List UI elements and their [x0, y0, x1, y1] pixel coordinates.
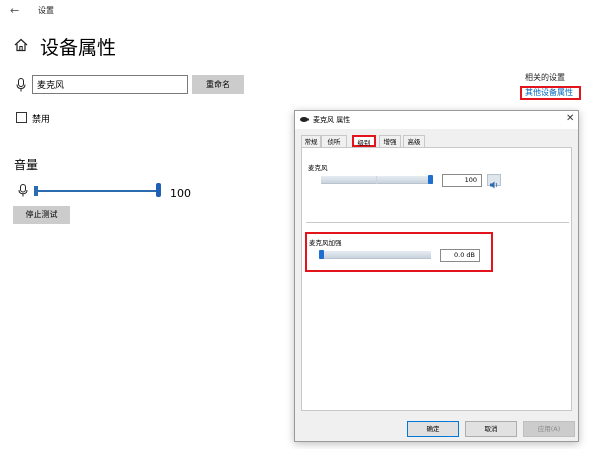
volume-slider-start — [34, 186, 38, 196]
device-name-input[interactable] — [32, 75, 188, 94]
disable-label: 禁用 — [32, 115, 51, 125]
cancel-button[interactable]: 取消 — [465, 421, 517, 437]
microphone-boost-value[interactable]: 0.0 dB — [440, 249, 480, 262]
tab-general[interactable]: 常规 — [301, 135, 321, 147]
ok-button[interactable]: 确定 — [407, 421, 459, 437]
page-title: 设备属性 — [40, 37, 117, 59]
microphone-boost-slider[interactable] — [319, 251, 431, 259]
slider-tick — [376, 176, 377, 184]
microphone-properties-dialog: 麦克风 属性 ✕ 常规 侦听 级别 增强 高级 麦克风 100 麦克风加强 0.… — [294, 110, 579, 442]
microphone-boost-thumb[interactable] — [319, 250, 324, 259]
microphone-group-label: 麦克风 — [308, 164, 328, 172]
mute-button[interactable] — [487, 174, 501, 189]
volume-value: 100 — [170, 187, 191, 200]
microphone-boost-group: 麦克风加强 0.0 dB — [305, 232, 493, 272]
dialog-title: 麦克风 属性 — [313, 116, 351, 124]
dialog-titlebar[interactable]: 麦克风 属性 ✕ — [295, 111, 578, 129]
microphone-icon — [18, 184, 28, 197]
microphone-level-thumb[interactable] — [428, 175, 433, 184]
rename-button[interactable]: 重命名 — [192, 75, 244, 94]
microphone-level-slider[interactable] — [321, 176, 433, 184]
disable-checkbox[interactable] — [16, 112, 27, 123]
volume-slider-track[interactable] — [34, 190, 158, 192]
tab-listen[interactable]: 侦听 — [321, 135, 347, 147]
group-divider — [306, 222, 569, 223]
microphone-level-value[interactable]: 100 — [442, 174, 482, 187]
home-icon — [14, 38, 28, 52]
apply-button[interactable]: 应用(A) — [523, 421, 575, 437]
volume-slider-thumb[interactable] — [156, 183, 161, 197]
volume-title: 音量 — [14, 158, 39, 172]
speaker-icon — [490, 181, 498, 189]
microphone-device-icon — [300, 117, 309, 122]
back-arrow-icon[interactable]: ← — [10, 4, 19, 17]
tab-levels[interactable]: 级别 — [352, 135, 376, 147]
microphone-boost-label: 麦克风加强 — [309, 239, 342, 247]
settings-window: ← 设置 设备属性 重命名 禁用 音量 100 停止测试 相关的设置 其他设备属… — [0, 0, 600, 449]
window-title: 设置 — [38, 6, 54, 15]
tab-advanced[interactable]: 高级 — [403, 135, 425, 147]
other-device-properties-link[interactable]: 其他设备属性 — [520, 86, 581, 100]
tab-enhancements[interactable]: 增强 — [379, 135, 401, 147]
related-settings-title: 相关的设置 — [525, 73, 565, 82]
close-icon[interactable]: ✕ — [566, 113, 574, 124]
stop-test-button[interactable]: 停止测试 — [13, 206, 70, 224]
levels-tab-panel: 麦克风 100 麦克风加强 0.0 dB — [301, 147, 572, 411]
microphone-icon — [16, 78, 26, 92]
